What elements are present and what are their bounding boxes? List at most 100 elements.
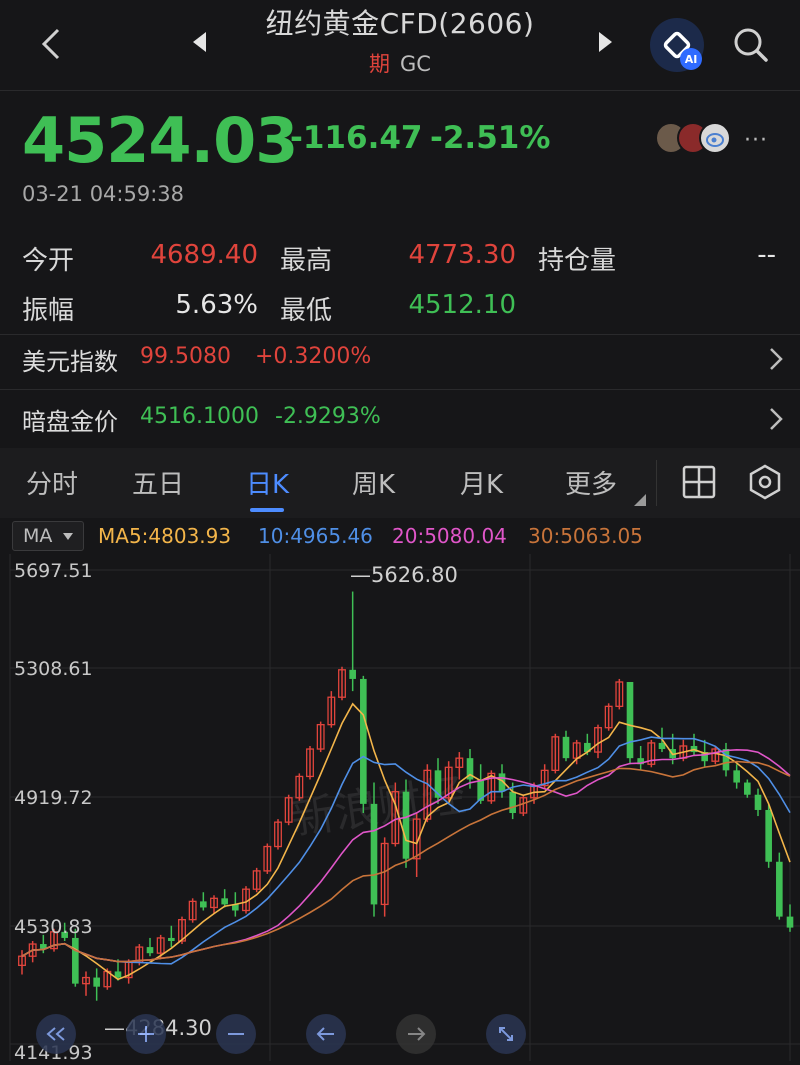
ma10-value: 10:4965.46 (258, 524, 373, 548)
page-subtitle: 期 GC (230, 48, 570, 78)
tab-divider (656, 460, 657, 506)
ai-assistant-button[interactable]: AI (650, 18, 704, 72)
arrow-right-icon (408, 1027, 426, 1041)
related-row-dark-gold[interactable]: 暗盘金价 4516.1000 -2.9293% (0, 388, 800, 452)
y-axis-label: 5308.61 (14, 658, 93, 680)
candle-body (72, 937, 79, 984)
scroll-right-button[interactable] (396, 1014, 436, 1054)
divider (0, 90, 800, 91)
top-bar: 纽约黄金CFD(2606) 期 GC AI (0, 0, 800, 90)
ma-legend: MA MA5:4803.93 10:4965.46 20:5080.04 30:… (0, 518, 800, 554)
indicator-selector-label: MA (23, 525, 53, 547)
last-price: 4524.03 (22, 104, 298, 177)
low-label: 最低 (280, 296, 333, 326)
chevron-right-icon (766, 344, 786, 374)
candle-body (776, 861, 783, 917)
futures-tag: 期 (369, 52, 391, 76)
tab-daily-k[interactable]: 日K (246, 464, 289, 501)
open-interest-value: -- (757, 240, 776, 270)
back-arrow-icon (41, 28, 60, 60)
open-value: 4689.40 (150, 240, 258, 270)
plus-icon (138, 1026, 154, 1042)
community-avatars[interactable] (655, 122, 735, 156)
candle-body (626, 681, 634, 759)
grid-layout-icon[interactable] (682, 465, 716, 499)
candle-body (786, 916, 794, 928)
candle-body (754, 794, 762, 810)
low-value: 4512.10 (408, 290, 516, 320)
kline-svg: 新浪财经 (9, 554, 800, 1061)
tab-monthly-k[interactable]: 月K (460, 464, 503, 501)
related-change: +0.3200% (255, 344, 372, 369)
next-contract-button[interactable] (595, 30, 617, 54)
period-tabs: 分时 五日 日K 周K 月K 更多 (0, 448, 800, 518)
back-button[interactable] (36, 26, 66, 62)
y-axis-label: 4919.72 (14, 787, 93, 809)
tab-more[interactable]: 更多 (565, 464, 617, 501)
tab-intraday[interactable]: 分时 (26, 464, 78, 501)
high-annotation: —5626.80 (350, 563, 458, 587)
ai-badge: AI (680, 48, 702, 70)
triangle-left-icon (193, 32, 206, 52)
related-row-usd-index[interactable]: 美元指数 99.5080 +0.3200% (0, 328, 800, 392)
y-axis-label: 5697.51 (14, 560, 93, 582)
candle-body (93, 977, 100, 987)
dropdown-corner-icon (634, 494, 646, 506)
candle-body (360, 678, 367, 804)
chevron-right-icon (766, 404, 786, 434)
open-label: 今开 (22, 246, 75, 276)
amplitude-value: 5.63% (175, 290, 258, 320)
more-options-button[interactable]: ··· (744, 128, 768, 153)
related-value: 4516.1000 (140, 404, 259, 429)
search-button[interactable] (730, 24, 772, 66)
chevron-down-icon (63, 533, 73, 540)
candle-body (221, 898, 228, 905)
candle-body (370, 803, 378, 905)
search-icon (734, 28, 768, 62)
open-interest-label: 持仓量 (538, 246, 617, 276)
zoom-in-button[interactable] (216, 1014, 256, 1054)
candle-body (509, 791, 516, 814)
ma30-value: 30:5063.05 (528, 524, 643, 548)
high-value: 4773.30 (408, 240, 516, 270)
candle-body (146, 947, 154, 954)
contract-code: GC (400, 52, 431, 76)
weibo-avatar (699, 122, 731, 154)
arrow-left-icon (316, 1027, 334, 1041)
ma5-value: MA5:4803.93 (98, 524, 232, 548)
amplitude-label: 振幅 (22, 296, 75, 326)
fullscreen-button[interactable] (486, 1014, 526, 1054)
tab-five-day[interactable]: 五日 (132, 464, 184, 501)
page-title: 纽约黄金CFD(2606) (265, 7, 535, 40)
candle-body (562, 736, 570, 759)
candle-body (765, 809, 772, 862)
ma20-value: 20:5080.04 (392, 524, 507, 548)
related-label: 美元指数 (22, 348, 118, 376)
candle-body (200, 901, 207, 908)
candle-body (402, 791, 410, 859)
watermark: 新浪财经 (288, 770, 469, 845)
scroll-left-button[interactable] (306, 1014, 346, 1054)
settings-icon[interactable] (747, 464, 783, 500)
zoom-out-button[interactable] (126, 1014, 166, 1054)
indicator-selector[interactable]: MA (12, 521, 84, 551)
triangle-right-icon (599, 32, 612, 52)
active-tab-indicator (250, 508, 284, 512)
candle-body (349, 669, 356, 679)
candle-body (168, 937, 175, 941)
related-value: 99.5080 (140, 344, 231, 369)
high-annotation-value: 5626.80 (371, 563, 458, 587)
price-change-pct: -2.51% (430, 120, 551, 156)
candle-body (114, 971, 122, 978)
tab-weekly-k[interactable]: 周K (352, 464, 395, 501)
double-left-icon (46, 1027, 65, 1041)
minus-icon (228, 1033, 244, 1035)
related-change: -2.9293% (275, 404, 381, 429)
prev-contract-button[interactable] (190, 30, 212, 54)
jump-start-button[interactable] (36, 1014, 76, 1054)
price-change: -116.47 (290, 120, 423, 156)
candle-body (744, 782, 751, 795)
kline-chart[interactable]: 新浪财经 5697.51 5308.61 4919.72 4530.83 414… (0, 554, 800, 1064)
weibo-icon (706, 133, 724, 147)
high-label: 最高 (280, 246, 333, 276)
